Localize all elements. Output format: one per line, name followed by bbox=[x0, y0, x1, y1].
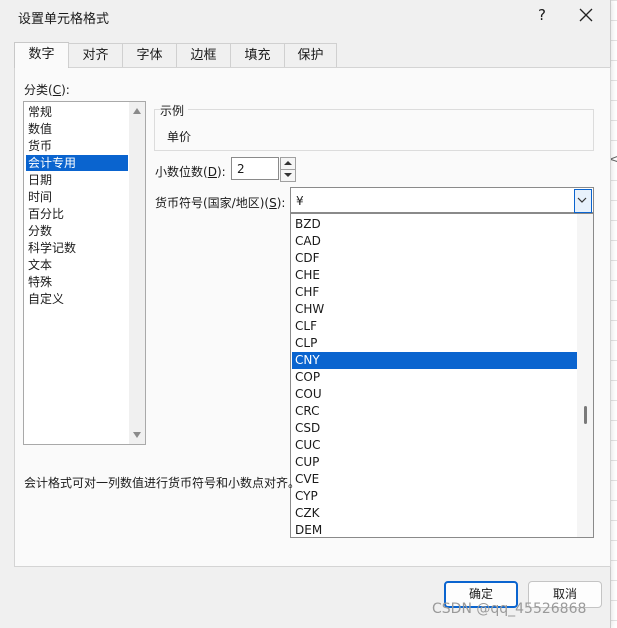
category-item-custom[interactable]: 自定义 bbox=[26, 291, 128, 307]
currency-symbol-value: ¥ bbox=[296, 194, 304, 208]
title-bar: 设置单元格格式 ? bbox=[0, 0, 610, 30]
category-item-general[interactable]: 常规 bbox=[26, 104, 128, 120]
currency-symbol-combobox[interactable]: ¥ bbox=[290, 187, 594, 213]
currency-option[interactable]: CUC bbox=[292, 437, 577, 454]
tab-protection[interactable]: 保护 bbox=[284, 43, 337, 67]
category-item-scientific[interactable]: 科学记数 bbox=[26, 240, 128, 256]
currency-option-selected[interactable]: CNY bbox=[292, 352, 577, 369]
sample-title: 示例 bbox=[160, 102, 189, 119]
tab-alignment[interactable]: 对齐 bbox=[68, 43, 123, 67]
decimal-places-label: 小数位数(D): bbox=[155, 165, 226, 179]
currency-option[interactable]: CHF bbox=[292, 284, 577, 301]
tab-fill[interactable]: 填充 bbox=[230, 43, 285, 67]
currency-list-scrollbar[interactable] bbox=[577, 214, 593, 537]
spin-down-icon bbox=[284, 173, 292, 177]
currency-option[interactable]: CZK bbox=[292, 505, 577, 522]
currency-option[interactable]: CAD bbox=[292, 233, 577, 250]
currency-option[interactable]: CRC bbox=[292, 403, 577, 420]
currency-symbol-label: 货币符号(国家/地区)(S): bbox=[155, 196, 286, 210]
scroll-thumb[interactable] bbox=[584, 406, 587, 424]
currency-dropdown-button[interactable] bbox=[574, 189, 592, 213]
sample-value: 单价 bbox=[167, 130, 192, 144]
currency-option[interactable]: CDF bbox=[292, 250, 577, 267]
spin-down-button[interactable] bbox=[280, 169, 296, 182]
chevron-down-icon bbox=[577, 197, 587, 203]
currency-option[interactable]: CLP bbox=[292, 335, 577, 352]
currency-option[interactable]: CUP bbox=[292, 454, 577, 471]
currency-option[interactable]: CLF bbox=[292, 318, 577, 335]
category-item-currency[interactable]: 货币 bbox=[26, 138, 128, 154]
category-item-accounting[interactable]: 会计专用 bbox=[26, 155, 128, 171]
currency-option[interactable]: CHE bbox=[292, 267, 577, 284]
sample-group bbox=[154, 109, 594, 151]
category-item-date[interactable]: 日期 bbox=[26, 172, 128, 188]
format-description: 会计格式可对一列数值进行货币符号和小数点对齐。 bbox=[24, 476, 301, 490]
category-scrollbar[interactable] bbox=[129, 102, 145, 444]
currency-option[interactable]: CVE bbox=[292, 471, 577, 488]
spin-up-icon bbox=[284, 161, 292, 165]
category-item-text[interactable]: 文本 bbox=[26, 257, 128, 273]
category-item-number[interactable]: 数值 bbox=[26, 121, 128, 137]
help-button[interactable]: ? bbox=[532, 6, 552, 24]
format-cells-dialog: 设置单元格格式 ? 数字 对齐 字体 边框 填充 保护 分类(C): 常规 数值… bbox=[0, 0, 611, 628]
currency-option[interactable]: DEM bbox=[292, 522, 577, 537]
currency-option[interactable]: CYP bbox=[292, 488, 577, 505]
category-item-fraction[interactable]: 分数 bbox=[26, 223, 128, 239]
currency-option[interactable]: COU bbox=[292, 386, 577, 403]
dialog-title: 设置单元格格式 bbox=[18, 12, 110, 27]
category-item-time[interactable]: 时间 bbox=[26, 189, 128, 205]
category-listbox[interactable]: 常规 数值 货币 会计专用 日期 时间 百分比 分数 科学记数 文本 特殊 自定… bbox=[23, 101, 146, 445]
decimal-places-input[interactable]: 2 bbox=[231, 157, 279, 180]
currency-option[interactable]: COP bbox=[292, 369, 577, 386]
tab-border[interactable]: 边框 bbox=[176, 43, 231, 67]
currency-option[interactable]: CSD bbox=[292, 420, 577, 437]
category-label: 分类(C): bbox=[24, 83, 70, 97]
currency-option[interactable]: CHW bbox=[292, 301, 577, 318]
tab-font[interactable]: 字体 bbox=[122, 43, 177, 67]
category-item-special[interactable]: 特殊 bbox=[26, 274, 128, 290]
decimal-places-spinner bbox=[280, 157, 296, 182]
currency-option[interactable]: BZD bbox=[292, 216, 577, 233]
category-item-percentage[interactable]: 百分比 bbox=[26, 206, 128, 222]
close-button[interactable] bbox=[572, 3, 600, 27]
currency-dropdown-list[interactable]: BZD CAD CDF CHE CHF CHW CLF CLP CNY COP … bbox=[290, 213, 594, 538]
close-icon bbox=[579, 8, 593, 22]
tab-number[interactable]: 数字 bbox=[14, 42, 69, 68]
scroll-up-icon[interactable] bbox=[133, 108, 141, 114]
scroll-down-icon[interactable] bbox=[133, 432, 141, 438]
watermark-text: CSDN @qq_45526868 bbox=[432, 601, 587, 617]
